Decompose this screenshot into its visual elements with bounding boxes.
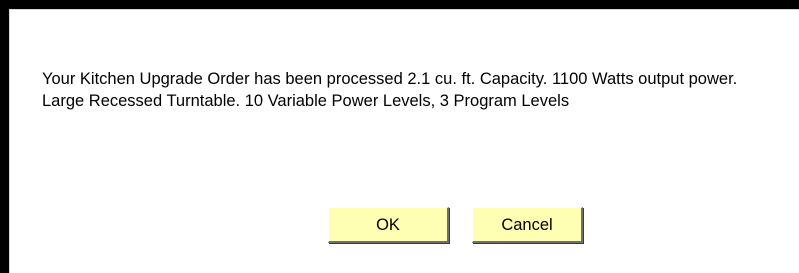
cancel-button[interactable]: Cancel <box>472 207 583 243</box>
window-top-edge <box>0 0 799 9</box>
screen: Your Kitchen Upgrade Order has been proc… <box>0 0 799 273</box>
window-left-edge <box>0 0 9 273</box>
dialog-button-row: OK Cancel <box>10 207 799 247</box>
dialog-message: Your Kitchen Upgrade Order has been proc… <box>42 70 738 110</box>
alert-dialog: Your Kitchen Upgrade Order has been proc… <box>9 9 799 273</box>
ok-button[interactable]: OK <box>328 207 449 243</box>
